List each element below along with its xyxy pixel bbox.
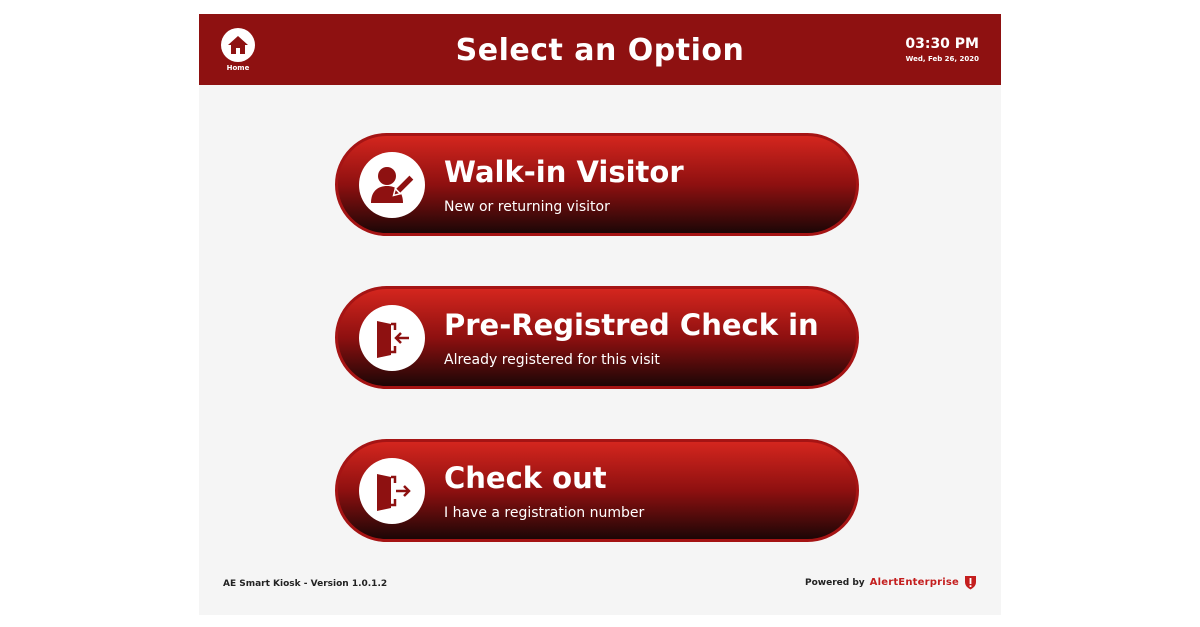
walk-in-visitor-button[interactable]: Walk-in Visitor New or returning visitor	[335, 133, 859, 236]
clock-time: 03:30 PM	[905, 36, 979, 52]
option-subtitle: Already registered for this visit	[444, 352, 660, 368]
clock: 03:30 PM Wed, Feb 26, 2020	[905, 36, 979, 63]
option-title: Walk-in Visitor	[444, 155, 684, 189]
shield-icon	[965, 576, 976, 590]
check-out-button[interactable]: Check out I have a registration number	[335, 439, 859, 542]
option-subtitle: New or returning visitor	[444, 199, 610, 215]
user-edit-icon	[359, 152, 425, 218]
page-title: Select an Option	[455, 33, 745, 68]
door-exit-icon	[359, 458, 425, 524]
header-bar: Home Select an Option 03:30 PM Wed, Feb …	[199, 14, 1001, 85]
option-title: Check out	[444, 461, 607, 495]
powered-by-label: Powered by	[805, 577, 865, 588]
clock-date: Wed, Feb 26, 2020	[905, 55, 979, 63]
powered-by: Powered by AlertEnterprise	[805, 575, 977, 590]
version-text: AE Smart Kiosk - Version 1.0.1.2	[223, 579, 388, 589]
option-title: Pre-Registred Check in	[444, 308, 819, 342]
option-subtitle: I have a registration number	[444, 505, 645, 521]
pre-registered-check-in-button[interactable]: Pre-Registred Check in Already registere…	[335, 286, 859, 389]
door-enter-icon	[359, 305, 425, 371]
brand-name: AlertEnterprise	[869, 577, 959, 588]
kiosk-screen: Home Select an Option 03:30 PM Wed, Feb …	[199, 14, 1001, 615]
